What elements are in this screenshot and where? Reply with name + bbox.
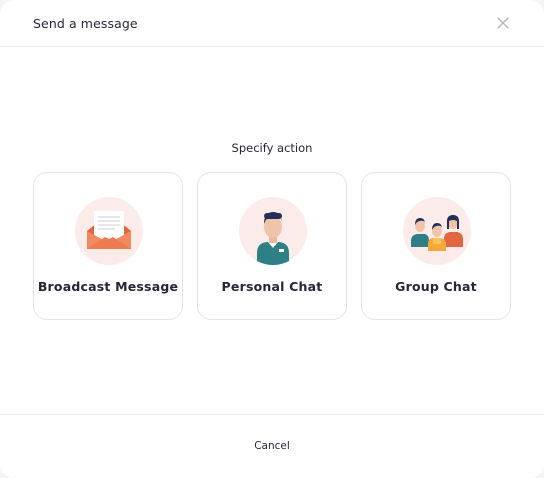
group-chat-option[interactable]: Group Chat	[361, 172, 511, 320]
person-icon	[239, 197, 307, 265]
close-icon[interactable]	[492, 12, 514, 34]
cancel-button[interactable]: Cancel	[242, 437, 302, 455]
personal-chat-option[interactable]: Personal Chat	[197, 172, 347, 320]
option-label: Group Chat	[395, 279, 477, 294]
envelope-icon	[75, 197, 143, 265]
option-label: Personal Chat	[221, 279, 323, 294]
broadcast-message-option[interactable]: Broadcast Message	[33, 172, 183, 320]
dialog-title: Send a message	[33, 16, 138, 31]
send-message-dialog: Send a message Specify action Broadcast …	[0, 0, 544, 478]
dialog-footer: Cancel	[0, 414, 544, 478]
group-icon	[403, 197, 471, 265]
option-label: Broadcast Message	[37, 279, 179, 294]
dialog-header: Send a message	[0, 0, 544, 47]
specify-action-label: Specify action	[231, 141, 313, 155]
